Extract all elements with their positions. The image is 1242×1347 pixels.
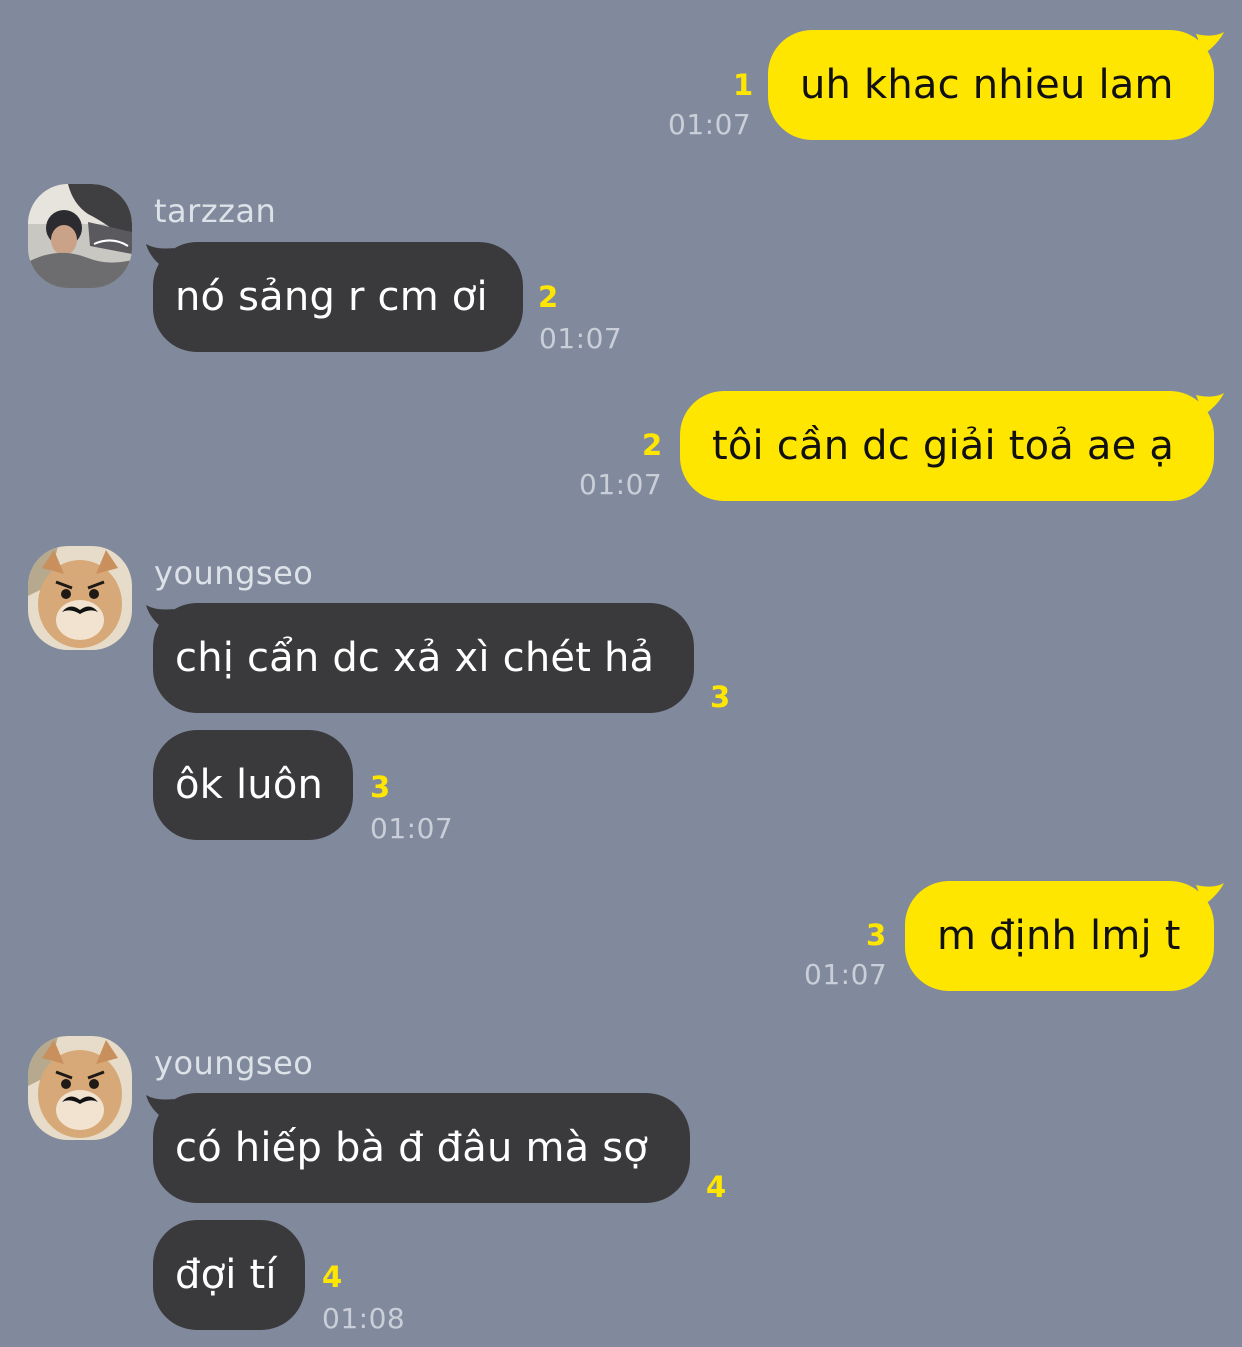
unread-count: 4 — [322, 1260, 343, 1294]
bubble-tail-icon — [1196, 32, 1224, 54]
avatar[interactable] — [28, 184, 132, 288]
bubble-tail-icon — [1196, 883, 1224, 905]
unread-count: 3 — [710, 680, 731, 714]
incoming-message-bubble[interactable]: có hiếp bà đ đâu mà sợ — [153, 1093, 690, 1203]
avatar[interactable] — [28, 546, 132, 650]
unread-count: 2 — [642, 428, 663, 462]
profile-photo-icon — [28, 184, 132, 288]
message-text: ôk luôn — [175, 762, 324, 808]
sender-name: youngseo — [154, 1044, 314, 1082]
bubble-tail-icon — [1196, 393, 1224, 415]
cat-with-mustache-photo-icon — [28, 546, 132, 650]
outgoing-message-bubble[interactable]: tôi cần dc giải toả ae ạ — [680, 391, 1214, 501]
unread-count: 3 — [866, 918, 887, 952]
incoming-message-bubble[interactable]: nó sảng r cm ơi — [153, 242, 523, 352]
outgoing-message-bubble[interactable]: m định lmj t — [905, 881, 1214, 991]
unread-count: 1 — [733, 68, 754, 102]
message-text: nó sảng r cm ơi — [175, 274, 488, 320]
message-text: uh khac nhieu lam — [800, 62, 1174, 108]
message-text: tôi cần dc giải toả ae ạ — [712, 423, 1175, 469]
message-text: m định lmj t — [937, 913, 1181, 959]
message-time: 01:07 — [370, 812, 454, 845]
unread-count: 4 — [706, 1170, 727, 1204]
outgoing-message-bubble[interactable]: uh khac nhieu lam — [768, 30, 1214, 140]
sender-name: youngseo — [154, 554, 314, 592]
cat-with-mustache-photo-icon — [28, 1036, 132, 1140]
message-time: 01:07 — [804, 958, 888, 991]
incoming-message-bubble[interactable]: đợi tí — [153, 1220, 305, 1330]
message-text: đợi tí — [175, 1252, 277, 1298]
incoming-message-bubble[interactable]: chị cẩn dc xả xì chét hả — [153, 603, 694, 713]
sender-name: tarzzan — [154, 192, 277, 230]
message-text: có hiếp bà đ đâu mà sợ — [175, 1125, 648, 1171]
avatar[interactable] — [28, 1036, 132, 1140]
message-time: 01:08 — [322, 1302, 406, 1335]
message-time: 01:07 — [579, 468, 663, 501]
message-time: 01:07 — [539, 322, 623, 355]
message-text: chị cẩn dc xả xì chét hả — [175, 635, 655, 681]
unread-count: 2 — [538, 280, 559, 314]
unread-count: 3 — [370, 770, 391, 804]
incoming-message-bubble[interactable]: ôk luôn — [153, 730, 353, 840]
message-time: 01:07 — [668, 108, 752, 141]
